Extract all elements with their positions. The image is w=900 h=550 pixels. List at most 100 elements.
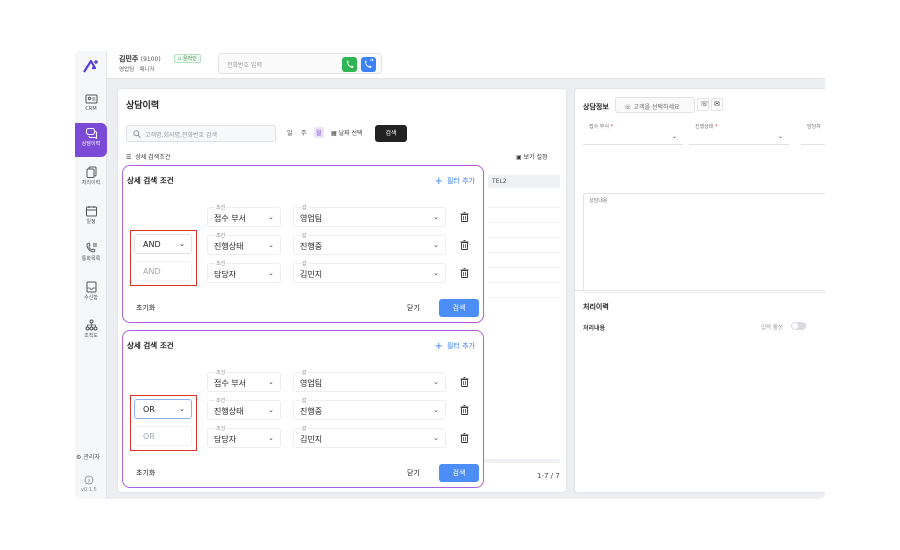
condition-select[interactable]: 조건 담당자 ⌄ — [207, 425, 281, 448]
phone-list-icon — [86, 242, 97, 253]
sidebar-item-calls[interactable]: 통화목록 — [75, 238, 107, 272]
table-row[interactable] — [488, 283, 560, 298]
close-button[interactable]: 닫기 — [407, 468, 420, 478]
version-label: v0.1.5 — [81, 487, 97, 493]
transfer-call-button[interactable] — [361, 57, 376, 72]
reset-button[interactable]: 초기화 — [136, 303, 155, 313]
add-filter-button[interactable]: + 필터 추가 — [435, 175, 475, 187]
search-icon — [133, 130, 141, 138]
period-day[interactable]: 일 — [287, 128, 293, 137]
value-select[interactable]: 값 진행중 ⌄ — [293, 397, 446, 420]
status-badge[interactable]: ▫ 온라인 — [174, 54, 201, 63]
owner-select[interactable] — [801, 127, 825, 145]
input-toggle[interactable] — [791, 322, 806, 330]
call-customer-button[interactable]: ☏ — [697, 98, 709, 111]
consult-panel: 상담정보 ☏ 고객을 선택하세요 ☏ ✉ 접수 부서 * ⌄ 진행상태 * ⌄ … — [574, 88, 825, 493]
page-title: 상담이력 — [126, 101, 160, 111]
search-placeholder: 고객명,회사명,전화번호 검색 — [145, 132, 217, 139]
phone-input[interactable]: 전화번호 입력 — [227, 60, 262, 69]
period-month[interactable]: 월 — [314, 127, 324, 138]
table-header-tel2[interactable]: TEL2 — [488, 175, 560, 188]
trash-icon[interactable] — [460, 240, 469, 250]
chevron-down-icon: ⌄ — [268, 434, 274, 442]
value-select[interactable]: 값 영업팀 ⌄ — [293, 369, 446, 392]
period-week[interactable]: 주 — [301, 128, 307, 137]
table-row[interactable] — [488, 253, 560, 268]
reset-button[interactable]: 초기화 — [136, 468, 155, 478]
sidebar-item-inbox[interactable]: 수신함 — [75, 277, 107, 311]
filter-card-or: 상세 검색 조건 + 필터 추가 조건 접수 부서 ⌄ 값 영업팀 ⌄ 조건 진행상태 ⌄ 값… — [122, 330, 484, 488]
sidebar-item-crm[interactable]: CRM — [75, 89, 107, 123]
table-row[interactable] — [488, 193, 560, 208]
consult-memo[interactable] — [583, 193, 825, 293]
value-select[interactable]: 값김민지 ⌄ — [293, 425, 446, 448]
search-input[interactable]: 고객명,회사명,전화번호 검색 — [126, 125, 276, 142]
add-filter-button[interactable]: + 필터 추가 — [435, 340, 475, 352]
chevron-down-icon: ⌄ — [268, 378, 274, 386]
condition-key: 조건 — [215, 204, 227, 211]
value-text: 김민지 — [300, 435, 323, 444]
gear-icon: ⚙ — [76, 454, 82, 461]
mail-icon: ✉ — [714, 100, 720, 108]
sidebar-item-history[interactable]: 상담이력 — [75, 123, 107, 157]
view-settings-button[interactable]: ▣ 보기 설정 — [516, 152, 548, 161]
condition-select[interactable]: 조건 진행상태 ⌄ — [207, 232, 281, 255]
status-dot-icon: ▫ — [178, 56, 182, 62]
dept-select[interactable]: ⌄ — [583, 127, 683, 145]
status-select[interactable]: ⌄ — [689, 127, 789, 145]
message-button[interactable]: ✉ — [711, 98, 723, 111]
documents-icon — [86, 166, 96, 178]
value-select[interactable]: 값 김민지 ⌄ — [293, 260, 446, 283]
admin-link[interactable]: ⚙ 관리자 — [76, 452, 100, 461]
date-picker[interactable]: ▦ 날짜 선택 — [331, 128, 363, 137]
value-select[interactable]: 값 영업팀 ⌄ — [293, 204, 446, 227]
condition-key: 조건 — [215, 232, 227, 239]
condition-value: 진행상태 — [214, 407, 244, 416]
condition-select[interactable]: 조건 접수 부서 ⌄ — [207, 204, 281, 227]
apply-search-button[interactable]: 검색 — [439, 299, 479, 317]
sidebar-item-schedule[interactable]: 일정 — [75, 201, 107, 235]
value-key: 값 — [301, 425, 308, 432]
trash-icon[interactable] — [460, 377, 469, 387]
filter-lines-icon: ☰ — [126, 154, 132, 161]
value-key: 값 — [301, 260, 308, 267]
pagination-info: 1-7 / 7 — [537, 472, 560, 480]
trash-icon[interactable] — [460, 433, 469, 443]
card-title: 상세 검색 조건 — [127, 176, 174, 185]
apply-search-button[interactable]: 검색 — [439, 464, 479, 482]
logic-operator-select[interactable]: AND ⌄ — [134, 234, 192, 254]
table-row[interactable] — [488, 223, 560, 238]
table-row[interactable] — [488, 238, 560, 253]
sidebar-item-label: 상담이력 — [81, 141, 101, 147]
sidebar-item-label: 수신함 — [84, 295, 98, 301]
advanced-search-toggle[interactable]: ☰ 상세 검색조건 — [126, 152, 170, 161]
search-button[interactable]: 검색 — [375, 125, 407, 142]
sidebar-item-process[interactable]: 처리이력 — [75, 162, 107, 196]
logic-operator-select[interactable]: OR ⌄ — [134, 399, 192, 419]
customer-select[interactable]: ☏ 고객을 선택하세요 — [615, 97, 695, 113]
close-button[interactable]: 닫기 — [407, 303, 420, 313]
sidebar-item-org[interactable]: 조직도 — [75, 315, 107, 349]
trash-icon[interactable] — [460, 212, 469, 222]
condition-select[interactable]: 조건 진행상태 ⌄ — [207, 397, 281, 420]
call-button[interactable] — [342, 57, 357, 72]
trash-icon[interactable] — [460, 405, 469, 415]
add-filter-label: 필터 추가 — [447, 342, 475, 350]
chat-bubbles-icon — [85, 128, 97, 139]
chevron-down-icon: ⌄ — [433, 434, 439, 442]
process-title: 처리이력 — [583, 303, 609, 311]
chevron-down-icon: ⌄ — [268, 241, 274, 249]
condition-select[interactable]: 조건 담당자 ⌄ — [207, 260, 281, 283]
table-row[interactable] — [488, 268, 560, 283]
condition-value: 담당자 — [214, 435, 237, 444]
date-picker-label: 날짜 선택 — [338, 130, 363, 137]
table-row[interactable] — [488, 208, 560, 223]
app-logo-icon — [83, 59, 98, 73]
value-select[interactable]: 값 진행중 ⌄ — [293, 232, 446, 255]
divider — [575, 290, 825, 291]
condition-value: 담당자 — [214, 270, 237, 279]
condition-select[interactable]: 조건 접수 부서 ⌄ — [207, 369, 281, 392]
chevron-down-icon: ⌄ — [433, 406, 439, 414]
trash-icon[interactable] — [460, 268, 469, 278]
calendar-icon — [85, 206, 97, 217]
